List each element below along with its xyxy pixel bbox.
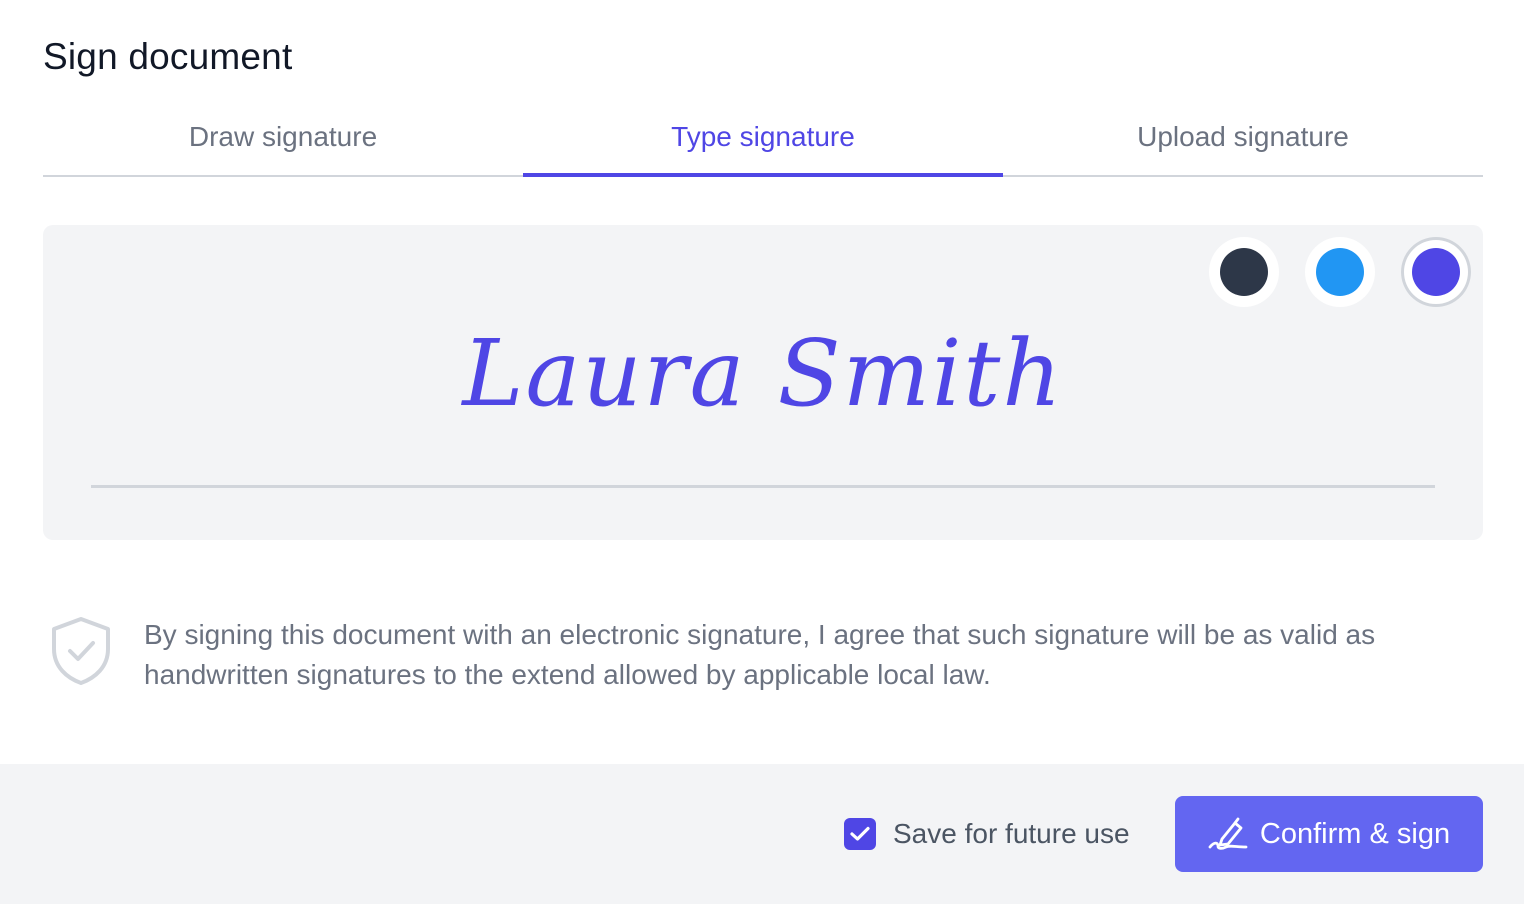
color-swatch-indigo[interactable]	[1401, 237, 1471, 307]
confirm-sign-label: Confirm & sign	[1259, 817, 1451, 850]
tab-draw-signature[interactable]: Draw signature	[43, 100, 523, 175]
legal-text: By signing this document with an electro…	[144, 619, 1376, 690]
color-swatch-dark[interactable]	[1209, 237, 1279, 307]
tab-type-signature[interactable]: Type signature	[523, 100, 1003, 177]
signature-baseline	[91, 485, 1435, 488]
check-icon	[850, 826, 870, 841]
shield-check-icon	[52, 617, 110, 685]
signature-canvas[interactable]: Laura Smith	[43, 225, 1483, 540]
confirm-sign-button[interactable]: Confirm & sign	[1175, 796, 1483, 872]
checkbox-checked[interactable]	[844, 818, 876, 850]
color-dot-blue	[1316, 248, 1364, 296]
color-dot-dark	[1220, 248, 1268, 296]
tab-upload-signature[interactable]: Upload signature	[1003, 100, 1483, 175]
signature-tabs: Draw signature Type signature Upload sig…	[43, 100, 1483, 177]
pen-sign-icon	[1208, 817, 1248, 850]
color-picker	[1209, 237, 1471, 307]
dialog-footer: Save for future use Confirm & sign	[0, 764, 1524, 904]
legal-notice: By signing this document with an electro…	[48, 615, 1478, 695]
sign-document-dialog: Sign document Draw signature Type signat…	[0, 0, 1524, 904]
save-for-future-label: Save for future use	[893, 818, 1130, 849]
color-dot-indigo	[1412, 248, 1460, 296]
save-for-future-checkbox[interactable]: Save for future use	[844, 818, 1130, 850]
typed-signature: Laura Smith	[462, 320, 1064, 427]
color-swatch-blue[interactable]	[1305, 237, 1375, 307]
dialog-title: Sign document	[43, 36, 293, 77]
